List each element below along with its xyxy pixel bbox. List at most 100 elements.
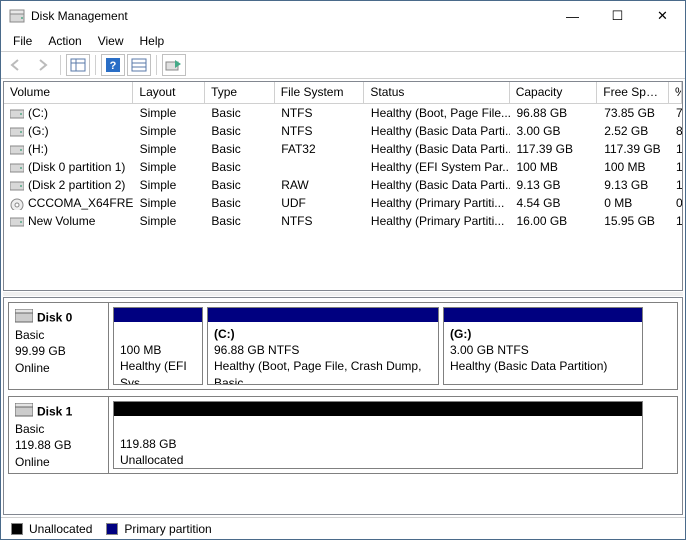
disk-1-size: 119.88 GB <box>15 438 71 452</box>
partition-box[interactable]: 119.88 GB Unallocated <box>113 401 643 469</box>
disk-0-label: Disk 0 Basic 99.99 GB Online <box>9 303 109 389</box>
partition-size: 96.88 GB NTFS <box>214 343 299 357</box>
disk-map: Disk 0 Basic 99.99 GB Online 100 MB Healt… <box>3 297 683 515</box>
volume-type: Basic <box>205 160 275 174</box>
legend-unallocated: Unallocated <box>29 522 92 536</box>
volume-row[interactable]: New VolumeSimpleBasicNTFSHealthy (Primar… <box>4 212 682 230</box>
volume-capacity: 117.39 GB <box>510 142 598 156</box>
menu-view[interactable]: View <box>90 32 132 50</box>
toolbar-action-icon[interactable] <box>162 54 186 76</box>
toolbar: ? <box>1 51 685 79</box>
volume-layout: Simple <box>134 214 206 228</box>
partition-body: 119.88 GB Unallocated <box>114 416 642 468</box>
partition-size: 119.88 GB <box>120 437 176 451</box>
volume-row[interactable]: (Disk 0 partition 1)SimpleBasicHealthy (… <box>4 158 682 176</box>
volume-pct: 7 <box>670 106 682 120</box>
volume-type: Basic <box>205 178 275 192</box>
col-status[interactable]: Status <box>364 82 509 103</box>
volume-name: CCCOMA_X64FRE... <box>28 196 134 210</box>
disk-row-1[interactable]: Disk 1 Basic 119.88 GB Online 119.88 GB U… <box>8 396 678 474</box>
volume-type: Basic <box>205 106 275 120</box>
volume-row[interactable]: CCCOMA_X64FRE...SimpleBasicUDFHealthy (P… <box>4 194 682 212</box>
toolbar-list-icon[interactable] <box>127 54 151 76</box>
help-icon[interactable]: ? <box>101 54 125 76</box>
col-volume[interactable]: Volume <box>4 82 133 103</box>
volume-free: 9.13 GB <box>598 178 670 192</box>
drive-icon <box>10 162 24 173</box>
volume-row[interactable]: (G:)SimpleBasicNTFSHealthy (Basic Data P… <box>4 122 682 140</box>
volume-row[interactable]: (Disk 2 partition 2)SimpleBasicRAWHealth… <box>4 176 682 194</box>
volume-status: Healthy (Basic Data Parti... <box>365 178 511 192</box>
volume-name: (H:) <box>28 142 48 156</box>
partition-header <box>208 308 438 322</box>
partition-status: Healthy (Basic Data Partition) <box>450 359 607 373</box>
minimize-button[interactable]: — <box>550 1 595 31</box>
drive-icon <box>10 144 24 155</box>
partition-header <box>114 308 202 322</box>
volume-free: 15.95 GB <box>598 214 670 228</box>
volume-name: New Volume <box>28 214 95 228</box>
volume-status: Healthy (Basic Data Parti... <box>365 142 511 156</box>
disk-row-0[interactable]: Disk 0 Basic 99.99 GB Online 100 MB Healt… <box>8 302 678 390</box>
volume-capacity: 16.00 GB <box>510 214 598 228</box>
volume-layout: Simple <box>134 142 206 156</box>
titlebar[interactable]: Disk Management — ☐ ✕ <box>1 1 685 31</box>
volume-pct: 0 <box>670 196 682 210</box>
drive-icon <box>10 216 24 227</box>
volume-row[interactable]: (H:)SimpleBasicFAT32Healthy (Basic Data … <box>4 140 682 158</box>
col-capacity[interactable]: Capacity <box>510 82 598 103</box>
volume-capacity: 100 MB <box>510 160 598 174</box>
disk-1-label: Disk 1 Basic 119.88 GB Online <box>9 397 109 473</box>
menu-help[interactable]: Help <box>132 32 173 50</box>
menu-action[interactable]: Action <box>40 32 89 50</box>
volume-layout: Simple <box>134 196 206 210</box>
volume-status: Healthy (EFI System Par... <box>365 160 511 174</box>
col-layout[interactable]: Layout <box>133 82 205 103</box>
volume-pct: 1 <box>670 160 682 174</box>
drive-icon <box>10 108 24 119</box>
volume-type: Basic <box>205 214 275 228</box>
volume-fs: UDF <box>275 196 365 210</box>
partition-size: 3.00 GB NTFS <box>450 343 529 357</box>
volume-free: 73.85 GB <box>598 106 670 120</box>
partition-status: Unallocated <box>120 453 183 467</box>
col-filesystem[interactable]: File System <box>275 82 365 103</box>
app-icon <box>9 8 25 24</box>
disk-icon <box>15 403 33 421</box>
partition-status: Healthy (EFI Sys <box>120 359 187 384</box>
volume-pct: 1 <box>670 214 682 228</box>
volume-capacity: 4.54 GB <box>510 196 598 210</box>
disk-icon <box>15 309 33 327</box>
volume-layout: Simple <box>134 124 206 138</box>
legend: Unallocated Primary partition <box>1 517 685 539</box>
disk-0-title: Disk 0 <box>37 310 72 324</box>
volume-row[interactable]: (C:)SimpleBasicNTFSHealthy (Boot, Page F… <box>4 104 682 122</box>
partition-status: Healthy (Boot, Page File, Crash Dump, Ba… <box>214 359 421 384</box>
volume-capacity: 96.88 GB <box>510 106 598 120</box>
volume-pct: 1 <box>670 142 682 156</box>
partition-box[interactable]: (C:)96.88 GB NTFSHealthy (Boot, Page Fil… <box>207 307 439 385</box>
partition-box[interactable]: (G:) 3.00 GB NTFS Healthy (Basic Data Part… <box>443 307 643 385</box>
legend-swatch-unallocated <box>11 523 23 535</box>
toolbar-view-icon[interactable] <box>66 54 90 76</box>
partition-box[interactable]: 100 MB Healthy (EFI Sys <box>113 307 203 385</box>
col-type[interactable]: Type <box>205 82 275 103</box>
volume-status: Healthy (Primary Partiti... <box>365 196 511 210</box>
partition-title: (G:) <box>450 327 471 341</box>
volume-type: Basic <box>205 196 275 210</box>
partition-header <box>114 402 642 416</box>
partition-body: 100 MB Healthy (EFI Sys <box>114 322 202 384</box>
menu-file[interactable]: File <box>5 32 40 50</box>
volume-fs: NTFS <box>275 106 365 120</box>
col-free[interactable]: Free Spa... <box>597 82 669 103</box>
maximize-button[interactable]: ☐ <box>595 1 640 31</box>
col-percent[interactable]: % <box>669 82 682 103</box>
volume-name: (G:) <box>28 124 49 138</box>
volume-type: Basic <box>205 142 275 156</box>
volume-layout: Simple <box>134 106 206 120</box>
drive-icon <box>10 126 24 137</box>
disk-1-type: Basic <box>15 422 44 436</box>
menubar: File Action View Help <box>1 31 685 51</box>
close-button[interactable]: ✕ <box>640 1 685 31</box>
partition-size: 100 MB <box>120 343 161 357</box>
